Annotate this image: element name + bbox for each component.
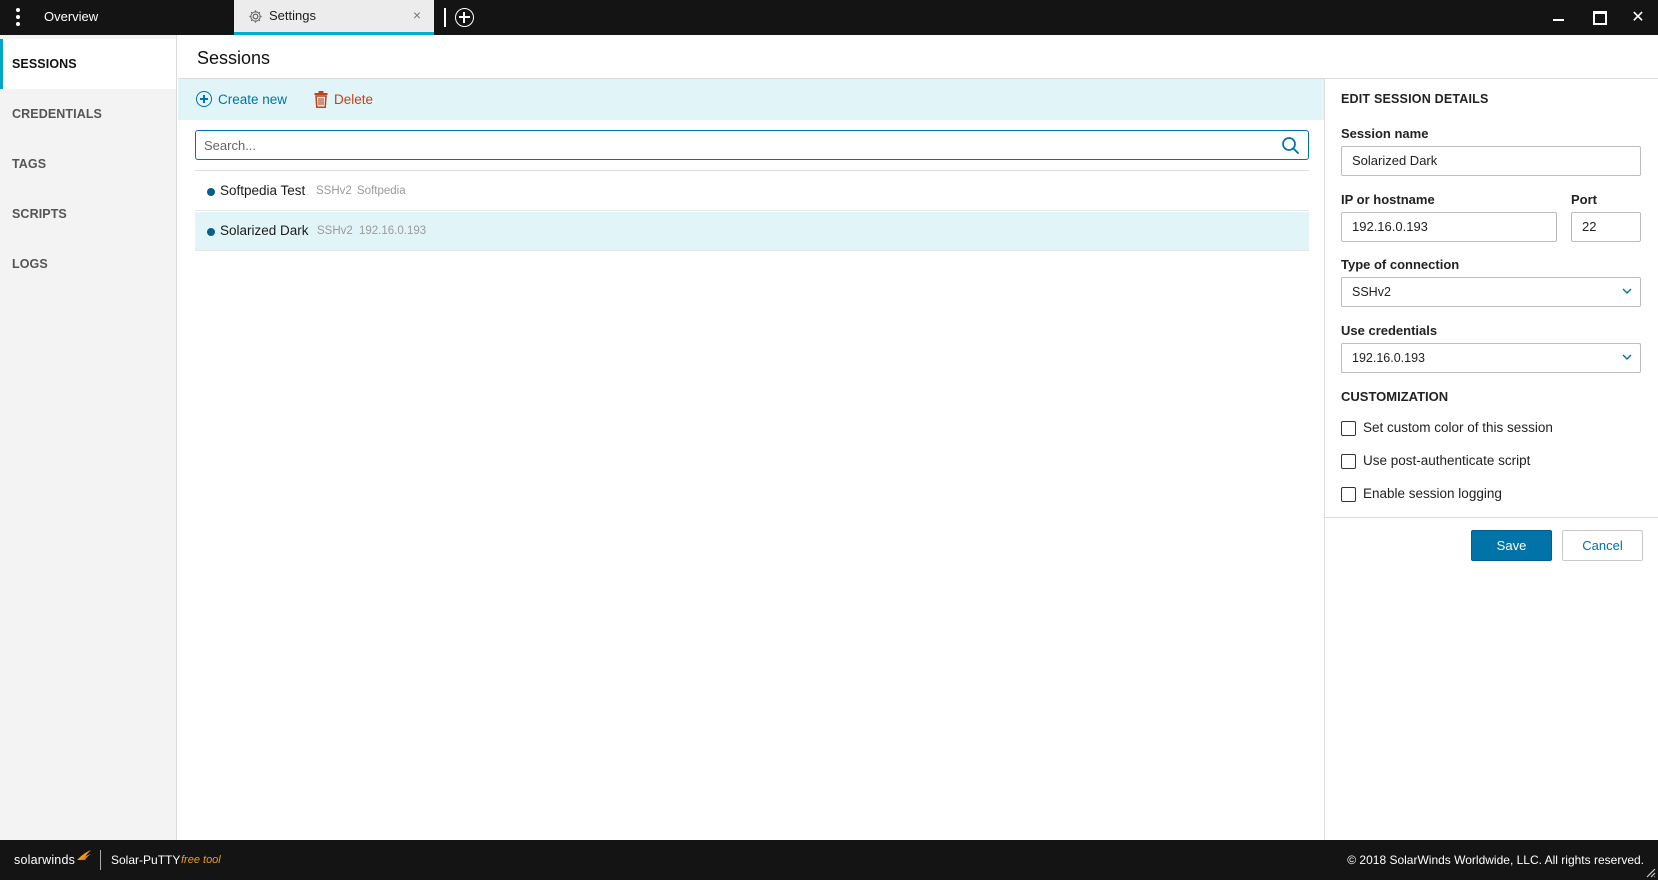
session-host: 192.16.0.193 bbox=[359, 225, 427, 237]
connection-type-value: SSHv2 bbox=[1352, 285, 1391, 299]
product-name: Solar-PuTTY bbox=[111, 853, 181, 867]
search-icon[interactable] bbox=[1281, 136, 1299, 154]
search-input[interactable] bbox=[204, 135, 1264, 155]
copyright-text: © 2018 SolarWinds Worldwide, LLC. All ri… bbox=[1347, 853, 1644, 867]
title-bar: Overview Settings × ✕ bbox=[0, 0, 1658, 35]
tab-divider bbox=[444, 8, 446, 27]
session-type: SSHv2 bbox=[316, 185, 352, 197]
session-name-field[interactable]: Solarized Dark bbox=[1341, 146, 1641, 176]
footer: solarwinds Solar-PuTTY free tool © 2018 … bbox=[0, 840, 1658, 880]
sidebar-item-logs[interactable]: LOGS bbox=[0, 239, 176, 289]
cancel-button[interactable]: Cancel bbox=[1562, 530, 1643, 561]
plus-circle-icon bbox=[196, 91, 212, 107]
sidebar-item-tags[interactable]: TAGS bbox=[0, 139, 176, 189]
session-name: Softpedia Test bbox=[220, 183, 306, 198]
page-title: Sessions bbox=[197, 48, 271, 68]
delete-label: Delete bbox=[334, 92, 374, 107]
session-type: SSHv2 bbox=[317, 225, 353, 237]
connection-type-select[interactable]: SSHv2 bbox=[1341, 277, 1641, 307]
checkbox-icon bbox=[1341, 487, 1356, 502]
checkbox-icon bbox=[1341, 454, 1356, 469]
edit-session-panel: EDIT SESSION DETAILS Session name Solari… bbox=[1324, 79, 1658, 840]
trash-icon bbox=[314, 91, 328, 108]
tab-overview-label: Overview bbox=[44, 9, 99, 24]
sidebar: SESSIONS CREDENTIALS TAGS SCRIPTS LOGS bbox=[0, 35, 177, 840]
host-field[interactable]: 192.16.0.193 bbox=[1341, 212, 1557, 242]
tab-settings[interactable]: Settings × bbox=[234, 0, 434, 35]
host-label: IP or hostname bbox=[1341, 192, 1435, 207]
edit-panel-heading: EDIT SESSION DETAILS bbox=[1341, 92, 1489, 106]
create-new-label: Create new bbox=[218, 92, 288, 107]
customization-heading: CUSTOMIZATION bbox=[1341, 389, 1449, 404]
list-divider bbox=[195, 170, 1309, 171]
chevron-down-icon bbox=[1622, 354, 1632, 360]
checkbox-icon bbox=[1341, 421, 1356, 436]
edit-panel-divider bbox=[1325, 517, 1658, 518]
chevron-down-icon bbox=[1622, 288, 1632, 294]
gear-icon bbox=[249, 10, 262, 23]
add-tab-icon[interactable] bbox=[455, 8, 474, 27]
footer-separator bbox=[100, 850, 101, 870]
tab-overview[interactable]: Overview bbox=[36, 0, 234, 35]
tab-close-icon[interactable]: × bbox=[410, 8, 424, 22]
checkbox-label: Set custom color of this session bbox=[1363, 420, 1553, 435]
solarwinds-flare-icon bbox=[77, 850, 91, 860]
credentials-label: Use credentials bbox=[1341, 323, 1438, 338]
checkbox-label: Enable session logging bbox=[1363, 486, 1502, 501]
product-tag: free tool bbox=[181, 854, 221, 866]
connection-type-label: Type of connection bbox=[1341, 257, 1460, 272]
brand-logo: solarwinds bbox=[14, 853, 76, 867]
window-close-icon[interactable]: ✕ bbox=[1618, 0, 1658, 35]
status-dot-icon bbox=[207, 188, 215, 196]
session-row[interactable]: Softpedia Test SSHv2 Softpedia bbox=[195, 172, 1309, 211]
credentials-select[interactable]: 192.16.0.193 bbox=[1341, 343, 1641, 373]
maximize-icon[interactable] bbox=[1578, 0, 1618, 35]
session-name-label: Session name bbox=[1341, 126, 1429, 141]
tab-settings-label: Settings bbox=[269, 8, 316, 23]
save-button[interactable]: Save bbox=[1471, 530, 1552, 561]
sidebar-item-sessions[interactable]: SESSIONS bbox=[0, 39, 176, 89]
resize-grip-icon[interactable] bbox=[1644, 866, 1656, 878]
minimize-icon[interactable] bbox=[1538, 0, 1578, 35]
sidebar-item-scripts[interactable]: SCRIPTS bbox=[0, 189, 176, 239]
session-row[interactable]: Solarized Dark SSHv2 192.16.0.193 bbox=[195, 212, 1309, 251]
search-box bbox=[195, 130, 1309, 160]
session-name: Solarized Dark bbox=[220, 223, 309, 238]
more-menu-icon[interactable] bbox=[8, 5, 28, 29]
session-host: Softpedia bbox=[357, 185, 406, 197]
sidebar-item-credentials[interactable]: CREDENTIALS bbox=[0, 89, 176, 139]
port-field[interactable]: 22 bbox=[1571, 212, 1641, 242]
credentials-value: 192.16.0.193 bbox=[1352, 351, 1425, 365]
sessions-toolbar: Create new Delete bbox=[178, 79, 1324, 120]
status-dot-icon bbox=[207, 228, 215, 236]
checkbox-label: Use post-authenticate script bbox=[1363, 453, 1531, 468]
port-label: Port bbox=[1571, 192, 1597, 207]
